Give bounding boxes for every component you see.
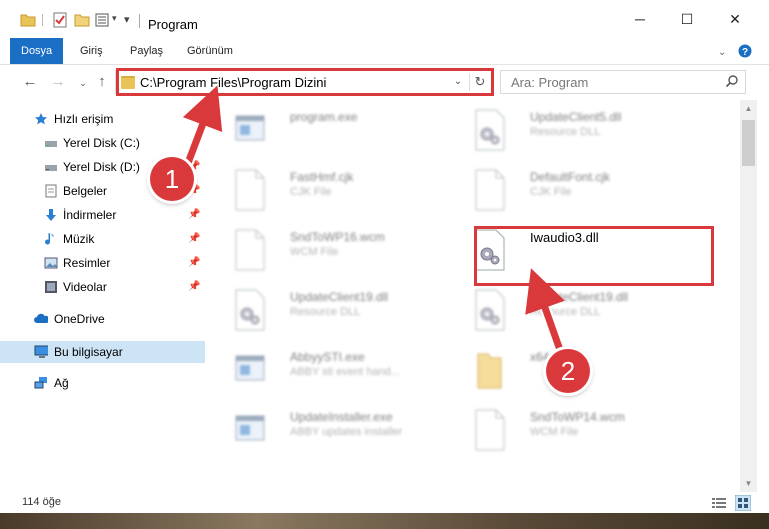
arrow-2 — [525, 268, 565, 352]
desktop-background — [0, 513, 769, 529]
explorer-window: ▾ ▾ Program ─ ☐ ✕ Dosya Giriş Paylaş Gör… — [0, 0, 769, 513]
arrow-1 — [182, 85, 223, 165]
step-badge-2: 2 — [546, 349, 590, 393]
annotation-arrows — [182, 85, 566, 352]
step-badge-1: 1 — [150, 157, 194, 201]
